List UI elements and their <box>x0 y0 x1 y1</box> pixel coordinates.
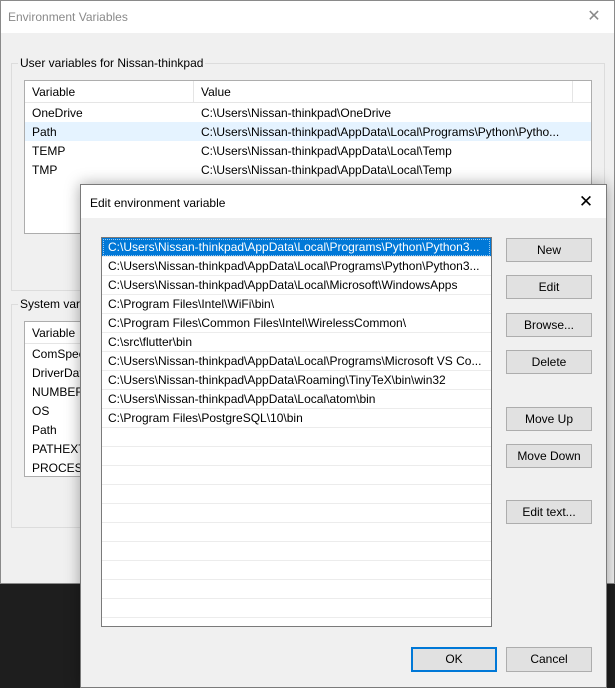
user-rows: OneDrive C:\Users\Nissan-thinkpad\OneDriv… <box>25 103 591 179</box>
variable-value: C:\Users\Nissan-thinkpad\AppData\Local\P… <box>201 125 560 139</box>
user-list-header: Variable Value <box>25 81 591 103</box>
variable-name: Path <box>32 125 57 139</box>
move-up-button[interactable]: Move Up <box>506 407 592 431</box>
system-variables-label: System vari <box>18 297 85 311</box>
path-entry-text: C:\Users\Nissan-thinkpad\AppData\Local\P… <box>108 240 480 254</box>
empty-path-row[interactable] <box>102 504 491 523</box>
browse-button[interactable]: Browse... <box>506 313 592 337</box>
edit-text-button[interactable]: Edit text... <box>506 500 592 524</box>
path-entry[interactable]: C:\Program Files\Common Files\Intel\Wire… <box>102 314 491 333</box>
path-entry-text: C:\Users\Nissan-thinkpad\AppData\Roaming… <box>108 373 446 387</box>
delete-button[interactable]: Delete <box>506 350 592 374</box>
path-entry-text: C:\Program Files\Intel\WiFi\bin\ <box>108 297 275 311</box>
variable-value: C:\Users\Nissan-thinkpad\AppData\Local\T… <box>201 144 452 158</box>
dialog-title: Edit environment variable <box>90 196 226 210</box>
empty-path-row[interactable] <box>102 580 491 599</box>
path-entry-text: C:\Program Files\PostgreSQL\10\bin <box>108 411 303 425</box>
variable-name: Path <box>32 423 57 437</box>
path-entry-text: C:\src\flutter\bin <box>108 335 193 349</box>
path-entry-text: C:\Users\Nissan-thinkpad\AppData\Local\P… <box>108 259 480 273</box>
empty-path-row[interactable] <box>102 542 491 561</box>
user-variable-row[interactable]: Path C:\Users\Nissan-thinkpad\AppData\Loc… <box>25 122 591 141</box>
path-entry[interactable]: C:\Users\Nissan-thinkpad\AppData\Local\M… <box>102 276 491 295</box>
new-button[interactable]: New <box>506 238 592 262</box>
variable-value: C:\Users\Nissan-thinkpad\OneDrive <box>201 106 392 120</box>
path-entry[interactable]: C:\Users\Nissan-thinkpad\AppData\Local\P… <box>102 352 491 371</box>
close-icon[interactable]: ✕ <box>583 6 605 28</box>
variable-name: OS <box>32 404 50 418</box>
empty-path-row[interactable] <box>102 447 491 466</box>
user-variable-row[interactable]: TMP C:\Users\Nissan-thinkpad\AppData\Loca… <box>25 160 591 179</box>
edit-environment-variable-dialog: Edit environment variable ✕ C:\Users\Nis… <box>80 184 607 688</box>
cancel-button[interactable]: Cancel <box>506 647 592 672</box>
ok-button[interactable]: OK <box>411 647 497 672</box>
variable-name: OneDrive <box>32 106 83 120</box>
variable-name: PATHEXT <box>32 442 86 456</box>
env-title-bar: Environment Variables ✕ <box>1 1 614 33</box>
empty-path-row[interactable] <box>102 561 491 580</box>
empty-path-row[interactable] <box>102 599 491 618</box>
path-entry-text: C:\Users\Nissan-thinkpad\AppData\Local\M… <box>108 278 458 292</box>
path-entry[interactable]: C:\Users\Nissan-thinkpad\AppData\Local\P… <box>102 257 491 276</box>
path-entry-text: C:\Program Files\Common Files\Intel\Wire… <box>108 316 407 330</box>
path-entry-text: C:\Users\Nissan-thinkpad\AppData\Local\a… <box>108 392 376 406</box>
empty-path-row[interactable] <box>102 523 491 542</box>
variable-name: ComSpec <box>32 347 85 361</box>
path-entry[interactable]: C:\src\flutter\bin <box>102 333 491 352</box>
path-entry[interactable]: C:\Users\Nissan-thinkpad\AppData\Roaming… <box>102 371 491 390</box>
user-variable-row[interactable]: TEMP C:\Users\Nissan-thinkpad\AppData\Loc… <box>25 141 591 160</box>
path-entry[interactable]: C:\Users\Nissan-thinkpad\AppData\Local\a… <box>102 390 491 409</box>
move-down-button[interactable]: Move Down <box>506 444 592 468</box>
empty-path-row[interactable] <box>102 428 491 447</box>
close-icon[interactable]: ✕ <box>574 190 598 214</box>
path-list[interactable]: C:\Users\Nissan-thinkpad\AppData\Local\P… <box>101 237 492 627</box>
variable-name: TMP <box>32 163 58 177</box>
empty-path-row[interactable] <box>102 466 491 485</box>
env-window-title: Environment Variables <box>8 10 128 24</box>
path-entry-text: C:\Users\Nissan-thinkpad\AppData\Local\P… <box>108 354 482 368</box>
column-header-value[interactable]: Value <box>201 85 231 99</box>
path-entry[interactable]: C:\Program Files\Intel\WiFi\bin\ <box>102 295 491 314</box>
path-entry[interactable]: C:\Users\Nissan-thinkpad\AppData\Local\P… <box>102 238 491 257</box>
variable-name: TEMP <box>32 144 66 158</box>
path-entry[interactable]: C:\Program Files\PostgreSQL\10\bin <box>102 409 491 428</box>
user-variable-row[interactable]: OneDrive C:\Users\Nissan-thinkpad\OneDriv… <box>25 103 591 122</box>
edit-button[interactable]: Edit <box>506 275 592 299</box>
empty-path-row[interactable] <box>102 485 491 504</box>
variable-name: DriverDat <box>32 366 83 380</box>
variable-value: C:\Users\Nissan-thinkpad\AppData\Local\T… <box>201 163 452 177</box>
user-variables-label: User variables for Nissan-thinkpad <box>18 56 206 70</box>
column-header-variable[interactable]: Variable <box>32 85 75 99</box>
column-header-variable[interactable]: Variable <box>32 326 75 340</box>
dialog-title-bar: Edit environment variable ✕ <box>81 185 606 218</box>
